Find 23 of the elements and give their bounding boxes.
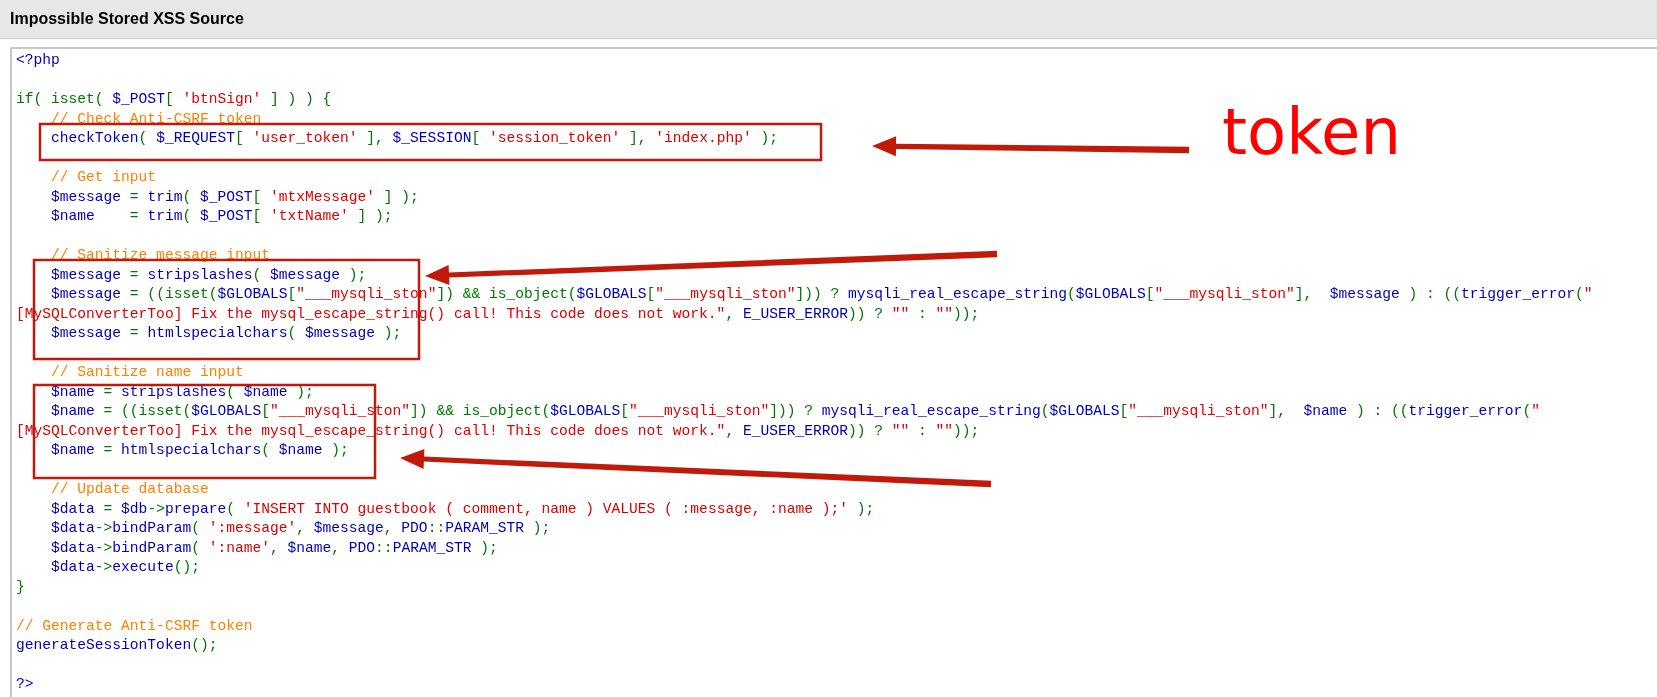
code-line: $name = htmlspecialchars( $name ); bbox=[51, 441, 349, 460]
code-line: ?> bbox=[16, 675, 34, 694]
code-line: $message = trim( $_POST[ 'mtxMessage' ] ); bbox=[51, 187, 419, 207]
code-line: } bbox=[16, 577, 25, 597]
code-line: $message = stripslashes( $message ); bbox=[51, 265, 367, 285]
code-line: checkToken( $_REQUEST[ 'user_token' ], $_SESSION[ 'session_token' ], 'index.php' ); bbox=[51, 129, 778, 148]
code-line: <?php bbox=[16, 51, 60, 70]
annotation-label: token bbox=[1222, 96, 1401, 168]
code-line: // Generate Anti-CSRF token bbox=[16, 616, 253, 636]
code-line: // Sanitize name input bbox=[51, 363, 244, 382]
code-line: $data->bindParam( ':message', $message, PDO::PARAM_STR ); bbox=[51, 519, 551, 538]
code-line: // Update database bbox=[51, 480, 209, 499]
code-line: $data->execute(); bbox=[51, 558, 200, 577]
code-line: $data->bindParam( ':name', $name, PDO::PARAM_STR ); bbox=[51, 538, 498, 558]
code-line: generateSessionToken(); bbox=[16, 636, 218, 655]
code-line: // Get input bbox=[51, 168, 157, 187]
code-line: // Check Anti-CSRF token bbox=[51, 109, 262, 129]
code-line: $name = trim( $_POST[ 'txtName' ] ); bbox=[51, 207, 393, 226]
code-line: if( isset( $_POST[ 'btnSign' ] ) ) { bbox=[16, 90, 332, 109]
page-title: Impossible Stored XSS Source bbox=[10, 10, 244, 28]
code-line: $data = $db->prepare( 'INSERT INTO guestbook ( comment, name ) VALUES ( :message, :name );' ); bbox=[51, 499, 875, 519]
code-line: // Sanitize message input bbox=[51, 246, 270, 265]
code-line: $message = htmlspecialchars( $message ); bbox=[51, 324, 402, 343]
